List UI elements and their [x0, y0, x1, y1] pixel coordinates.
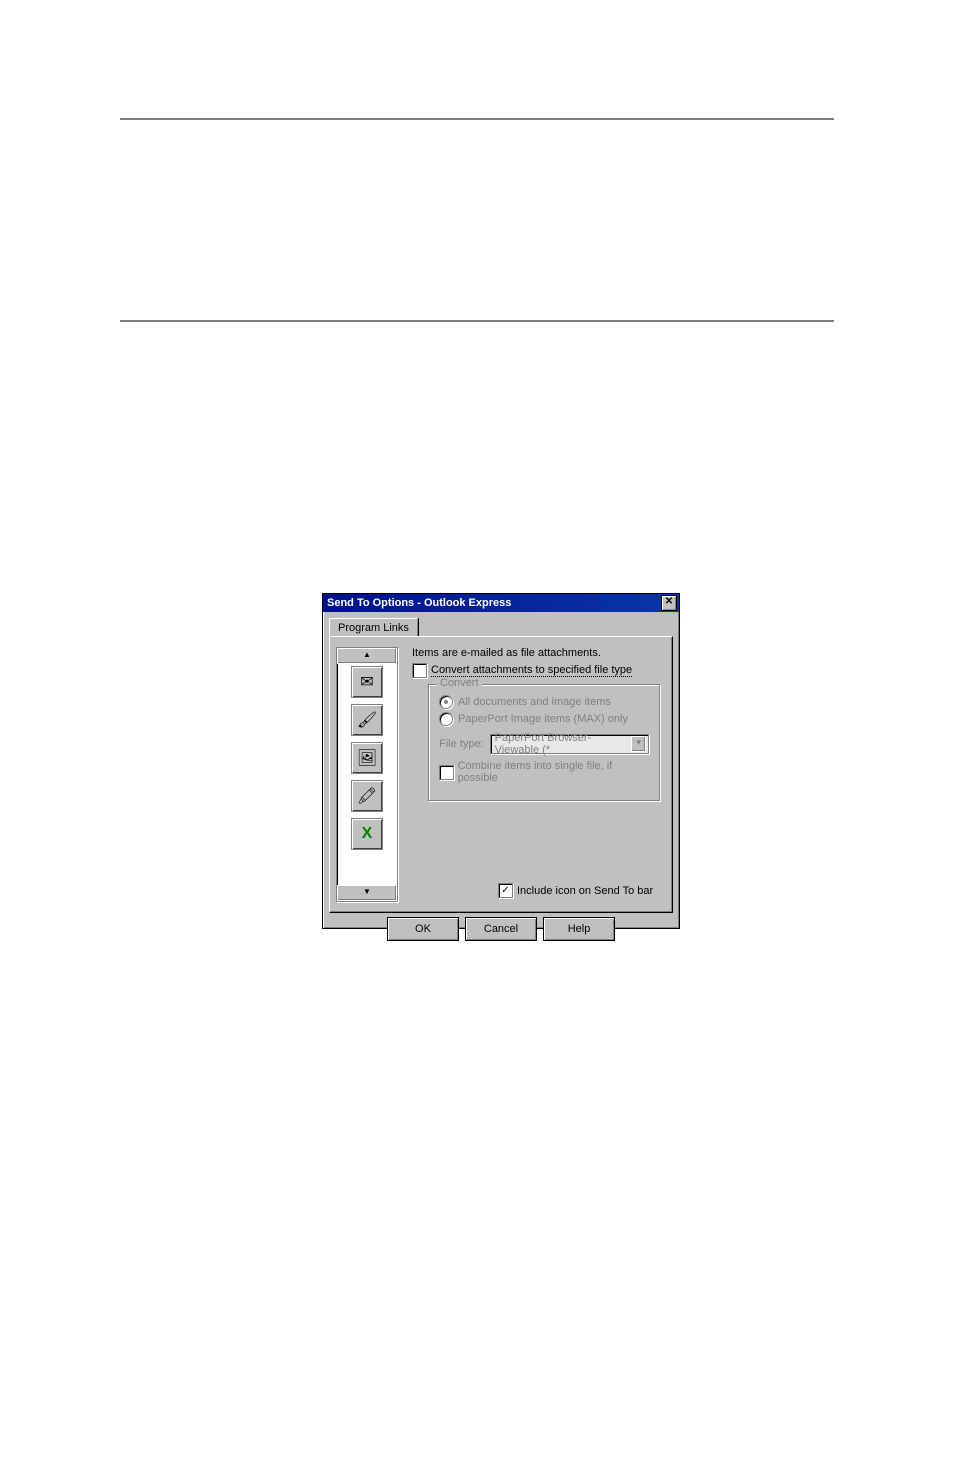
- help-button[interactable]: Help: [543, 917, 615, 941]
- include-icon-label: Include icon on Send To bar: [517, 885, 653, 897]
- divider: [120, 118, 834, 120]
- tab-label: Program Links: [338, 622, 409, 634]
- file-type-label: File type:: [439, 738, 484, 750]
- titlebar: Send To Options - Outlook Express ✕: [323, 594, 679, 612]
- radio-all-documents: All documents and image items: [439, 695, 649, 709]
- dialog-title: Send To Options - Outlook Express: [327, 597, 511, 609]
- excel-icon[interactable]: X: [351, 818, 383, 850]
- radio-icon: [439, 712, 453, 726]
- groupbox-title: Convert: [437, 677, 482, 689]
- cancel-button[interactable]: Cancel: [465, 917, 537, 941]
- tab-panel: ▲ ✉ 🖌 🖼 🖍 X ▼ Items are e-mailed as file…: [329, 636, 673, 913]
- divider: [120, 320, 834, 322]
- include-icon-checkbox[interactable]: Include icon on Send To bar: [498, 883, 653, 898]
- dialog-buttons: OK Cancel Help: [323, 917, 679, 941]
- tab-program-links[interactable]: Program Links: [329, 618, 418, 637]
- file-type-value: PaperPort Browser-Viewable (*: [495, 732, 632, 756]
- paint-program-icon[interactable]: 🖌: [351, 704, 383, 736]
- radio-max-label: PaperPort Image items (MAX) only: [458, 713, 628, 725]
- ok-button[interactable]: OK: [387, 917, 459, 941]
- options-pane: Items are e-mailed as file attachments. …: [398, 637, 672, 912]
- program-link-list: ▲ ✉ 🖌 🖼 🖍 X ▼: [336, 647, 398, 902]
- draw-tool-icon[interactable]: 🖍: [351, 780, 383, 812]
- send-to-options-dialog: Send To Options - Outlook Express ✕ Prog…: [322, 593, 680, 929]
- convert-groupbox: Convert All documents and image items Pa…: [428, 684, 660, 801]
- checkbox-icon: [498, 883, 513, 898]
- checkbox-icon: [412, 663, 427, 678]
- close-icon[interactable]: ✕: [661, 595, 677, 611]
- scroll-up-icon[interactable]: ▲: [337, 648, 397, 664]
- outlook-express-icon[interactable]: ✉: [351, 666, 383, 698]
- file-type-combobox: PaperPort Browser-Viewable (* ▼: [490, 734, 649, 754]
- image-viewer-icon[interactable]: 🖼: [351, 742, 383, 774]
- tab-strip: Program Links: [329, 618, 673, 636]
- radio-max-only: PaperPort Image items (MAX) only: [439, 712, 649, 726]
- combine-label: Combine items into single file, if possi…: [458, 760, 649, 784]
- file-type-row: File type: PaperPort Browser-Viewable (*…: [439, 734, 649, 754]
- info-text: Items are e-mailed as file attachments.: [412, 647, 660, 659]
- combine-items-checkbox: Combine items into single file, if possi…: [439, 760, 649, 784]
- scroll-down-icon[interactable]: ▼: [337, 885, 397, 901]
- radio-all-label: All documents and image items: [458, 696, 611, 708]
- convert-attachments-checkbox[interactable]: Convert attachments to specified file ty…: [412, 663, 660, 678]
- chevron-down-icon: ▼: [631, 736, 646, 752]
- radio-icon: [439, 695, 453, 709]
- checkbox-icon: [439, 765, 454, 780]
- convert-attachments-label: Convert attachments to specified file ty…: [431, 664, 632, 677]
